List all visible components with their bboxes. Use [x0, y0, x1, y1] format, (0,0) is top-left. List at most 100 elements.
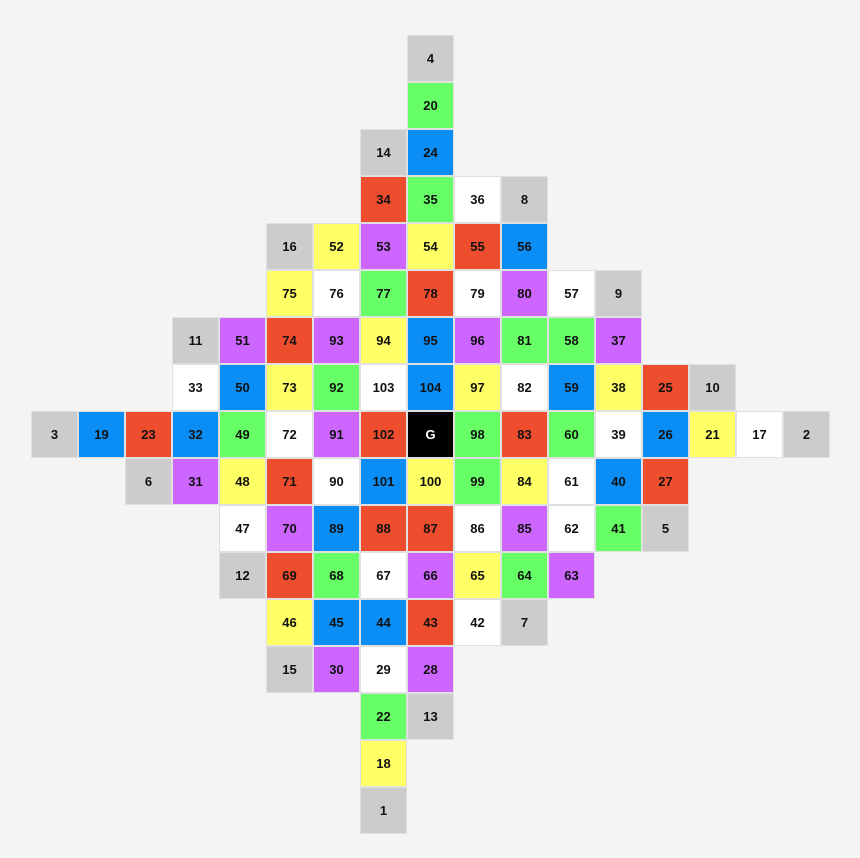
board-tile-12[interactable]: 12: [219, 552, 266, 599]
board-tile-81[interactable]: 81: [501, 317, 548, 364]
board-tile-10[interactable]: 10: [689, 364, 736, 411]
board-tile-21[interactable]: 21: [689, 411, 736, 458]
board-tile-72[interactable]: 72: [266, 411, 313, 458]
board-tile-99[interactable]: 99: [454, 458, 501, 505]
board-tile-92[interactable]: 92: [313, 364, 360, 411]
board-tile-64[interactable]: 64: [501, 552, 548, 599]
board-tile-53[interactable]: 53: [360, 223, 407, 270]
board-tile-74[interactable]: 74: [266, 317, 313, 364]
board-tile-41[interactable]: 41: [595, 505, 642, 552]
board-tile-103[interactable]: 103: [360, 364, 407, 411]
board-tile-100[interactable]: 100: [407, 458, 454, 505]
board-tile-60[interactable]: 60: [548, 411, 595, 458]
board-tile-102[interactable]: 102: [360, 411, 407, 458]
board-tile-73[interactable]: 73: [266, 364, 313, 411]
board-tile-22[interactable]: 22: [360, 693, 407, 740]
board-tile-37[interactable]: 37: [595, 317, 642, 364]
board-tile-63[interactable]: 63: [548, 552, 595, 599]
board-tile-24[interactable]: 24: [407, 129, 454, 176]
board-tile-66[interactable]: 66: [407, 552, 454, 599]
board-tile-88[interactable]: 88: [360, 505, 407, 552]
board-tile-59[interactable]: 59: [548, 364, 595, 411]
board-tile-14[interactable]: 14: [360, 129, 407, 176]
board-tile-82[interactable]: 82: [501, 364, 548, 411]
board-tile-86[interactable]: 86: [454, 505, 501, 552]
board-tile-43[interactable]: 43: [407, 599, 454, 646]
board-tile-5[interactable]: 5: [642, 505, 689, 552]
board-tile-75[interactable]: 75: [266, 270, 313, 317]
board-tile-16[interactable]: 16: [266, 223, 313, 270]
board-tile-65[interactable]: 65: [454, 552, 501, 599]
board-tile-44[interactable]: 44: [360, 599, 407, 646]
board-tile-47[interactable]: 47: [219, 505, 266, 552]
board-tile-33[interactable]: 33: [172, 364, 219, 411]
board-tile-104[interactable]: 104: [407, 364, 454, 411]
board-tile-15[interactable]: 15: [266, 646, 313, 693]
goal-tile[interactable]: G: [407, 411, 454, 458]
board-tile-36[interactable]: 36: [454, 176, 501, 223]
board-tile-89[interactable]: 89: [313, 505, 360, 552]
board-tile-18[interactable]: 18: [360, 740, 407, 787]
board-tile-29[interactable]: 29: [360, 646, 407, 693]
board-tile-30[interactable]: 30: [313, 646, 360, 693]
board-tile-17[interactable]: 17: [736, 411, 783, 458]
board-tile-101[interactable]: 101: [360, 458, 407, 505]
board-tile-13[interactable]: 13: [407, 693, 454, 740]
board-tile-27[interactable]: 27: [642, 458, 689, 505]
board-tile-77[interactable]: 77: [360, 270, 407, 317]
board-tile-7[interactable]: 7: [501, 599, 548, 646]
board-tile-48[interactable]: 48: [219, 458, 266, 505]
board-tile-6[interactable]: 6: [125, 458, 172, 505]
board-tile-54[interactable]: 54: [407, 223, 454, 270]
board-tile-11[interactable]: 11: [172, 317, 219, 364]
board-tile-94[interactable]: 94: [360, 317, 407, 364]
board-tile-61[interactable]: 61: [548, 458, 595, 505]
board-tile-58[interactable]: 58: [548, 317, 595, 364]
board-tile-62[interactable]: 62: [548, 505, 595, 552]
board-tile-79[interactable]: 79: [454, 270, 501, 317]
board-tile-98[interactable]: 98: [454, 411, 501, 458]
board-tile-1[interactable]: 1: [360, 787, 407, 834]
board-tile-50[interactable]: 50: [219, 364, 266, 411]
board-tile-3[interactable]: 3: [31, 411, 78, 458]
board-tile-28[interactable]: 28: [407, 646, 454, 693]
board-tile-46[interactable]: 46: [266, 599, 313, 646]
board-tile-25[interactable]: 25: [642, 364, 689, 411]
board-tile-23[interactable]: 23: [125, 411, 172, 458]
board-tile-83[interactable]: 83: [501, 411, 548, 458]
board-tile-93[interactable]: 93: [313, 317, 360, 364]
board-tile-97[interactable]: 97: [454, 364, 501, 411]
board-tile-39[interactable]: 39: [595, 411, 642, 458]
board-tile-19[interactable]: 19: [78, 411, 125, 458]
board-tile-52[interactable]: 52: [313, 223, 360, 270]
board-tile-9[interactable]: 9: [595, 270, 642, 317]
board-tile-76[interactable]: 76: [313, 270, 360, 317]
board-tile-96[interactable]: 96: [454, 317, 501, 364]
board-tile-20[interactable]: 20: [407, 82, 454, 129]
board-tile-55[interactable]: 55: [454, 223, 501, 270]
board-tile-84[interactable]: 84: [501, 458, 548, 505]
board-tile-95[interactable]: 95: [407, 317, 454, 364]
board-tile-85[interactable]: 85: [501, 505, 548, 552]
board-tile-42[interactable]: 42: [454, 599, 501, 646]
board-tile-2[interactable]: 2: [783, 411, 830, 458]
board-tile-90[interactable]: 90: [313, 458, 360, 505]
board-tile-34[interactable]: 34: [360, 176, 407, 223]
board-tile-45[interactable]: 45: [313, 599, 360, 646]
board-tile-67[interactable]: 67: [360, 552, 407, 599]
board-tile-68[interactable]: 68: [313, 552, 360, 599]
board-tile-32[interactable]: 32: [172, 411, 219, 458]
board-tile-80[interactable]: 80: [501, 270, 548, 317]
board-tile-40[interactable]: 40: [595, 458, 642, 505]
board-tile-26[interactable]: 26: [642, 411, 689, 458]
board-tile-91[interactable]: 91: [313, 411, 360, 458]
board-tile-87[interactable]: 87: [407, 505, 454, 552]
board-tile-8[interactable]: 8: [501, 176, 548, 223]
board-tile-69[interactable]: 69: [266, 552, 313, 599]
board-tile-56[interactable]: 56: [501, 223, 548, 270]
board-tile-71[interactable]: 71: [266, 458, 313, 505]
board-tile-57[interactable]: 57: [548, 270, 595, 317]
board-tile-78[interactable]: 78: [407, 270, 454, 317]
board-tile-49[interactable]: 49: [219, 411, 266, 458]
board-tile-51[interactable]: 51: [219, 317, 266, 364]
